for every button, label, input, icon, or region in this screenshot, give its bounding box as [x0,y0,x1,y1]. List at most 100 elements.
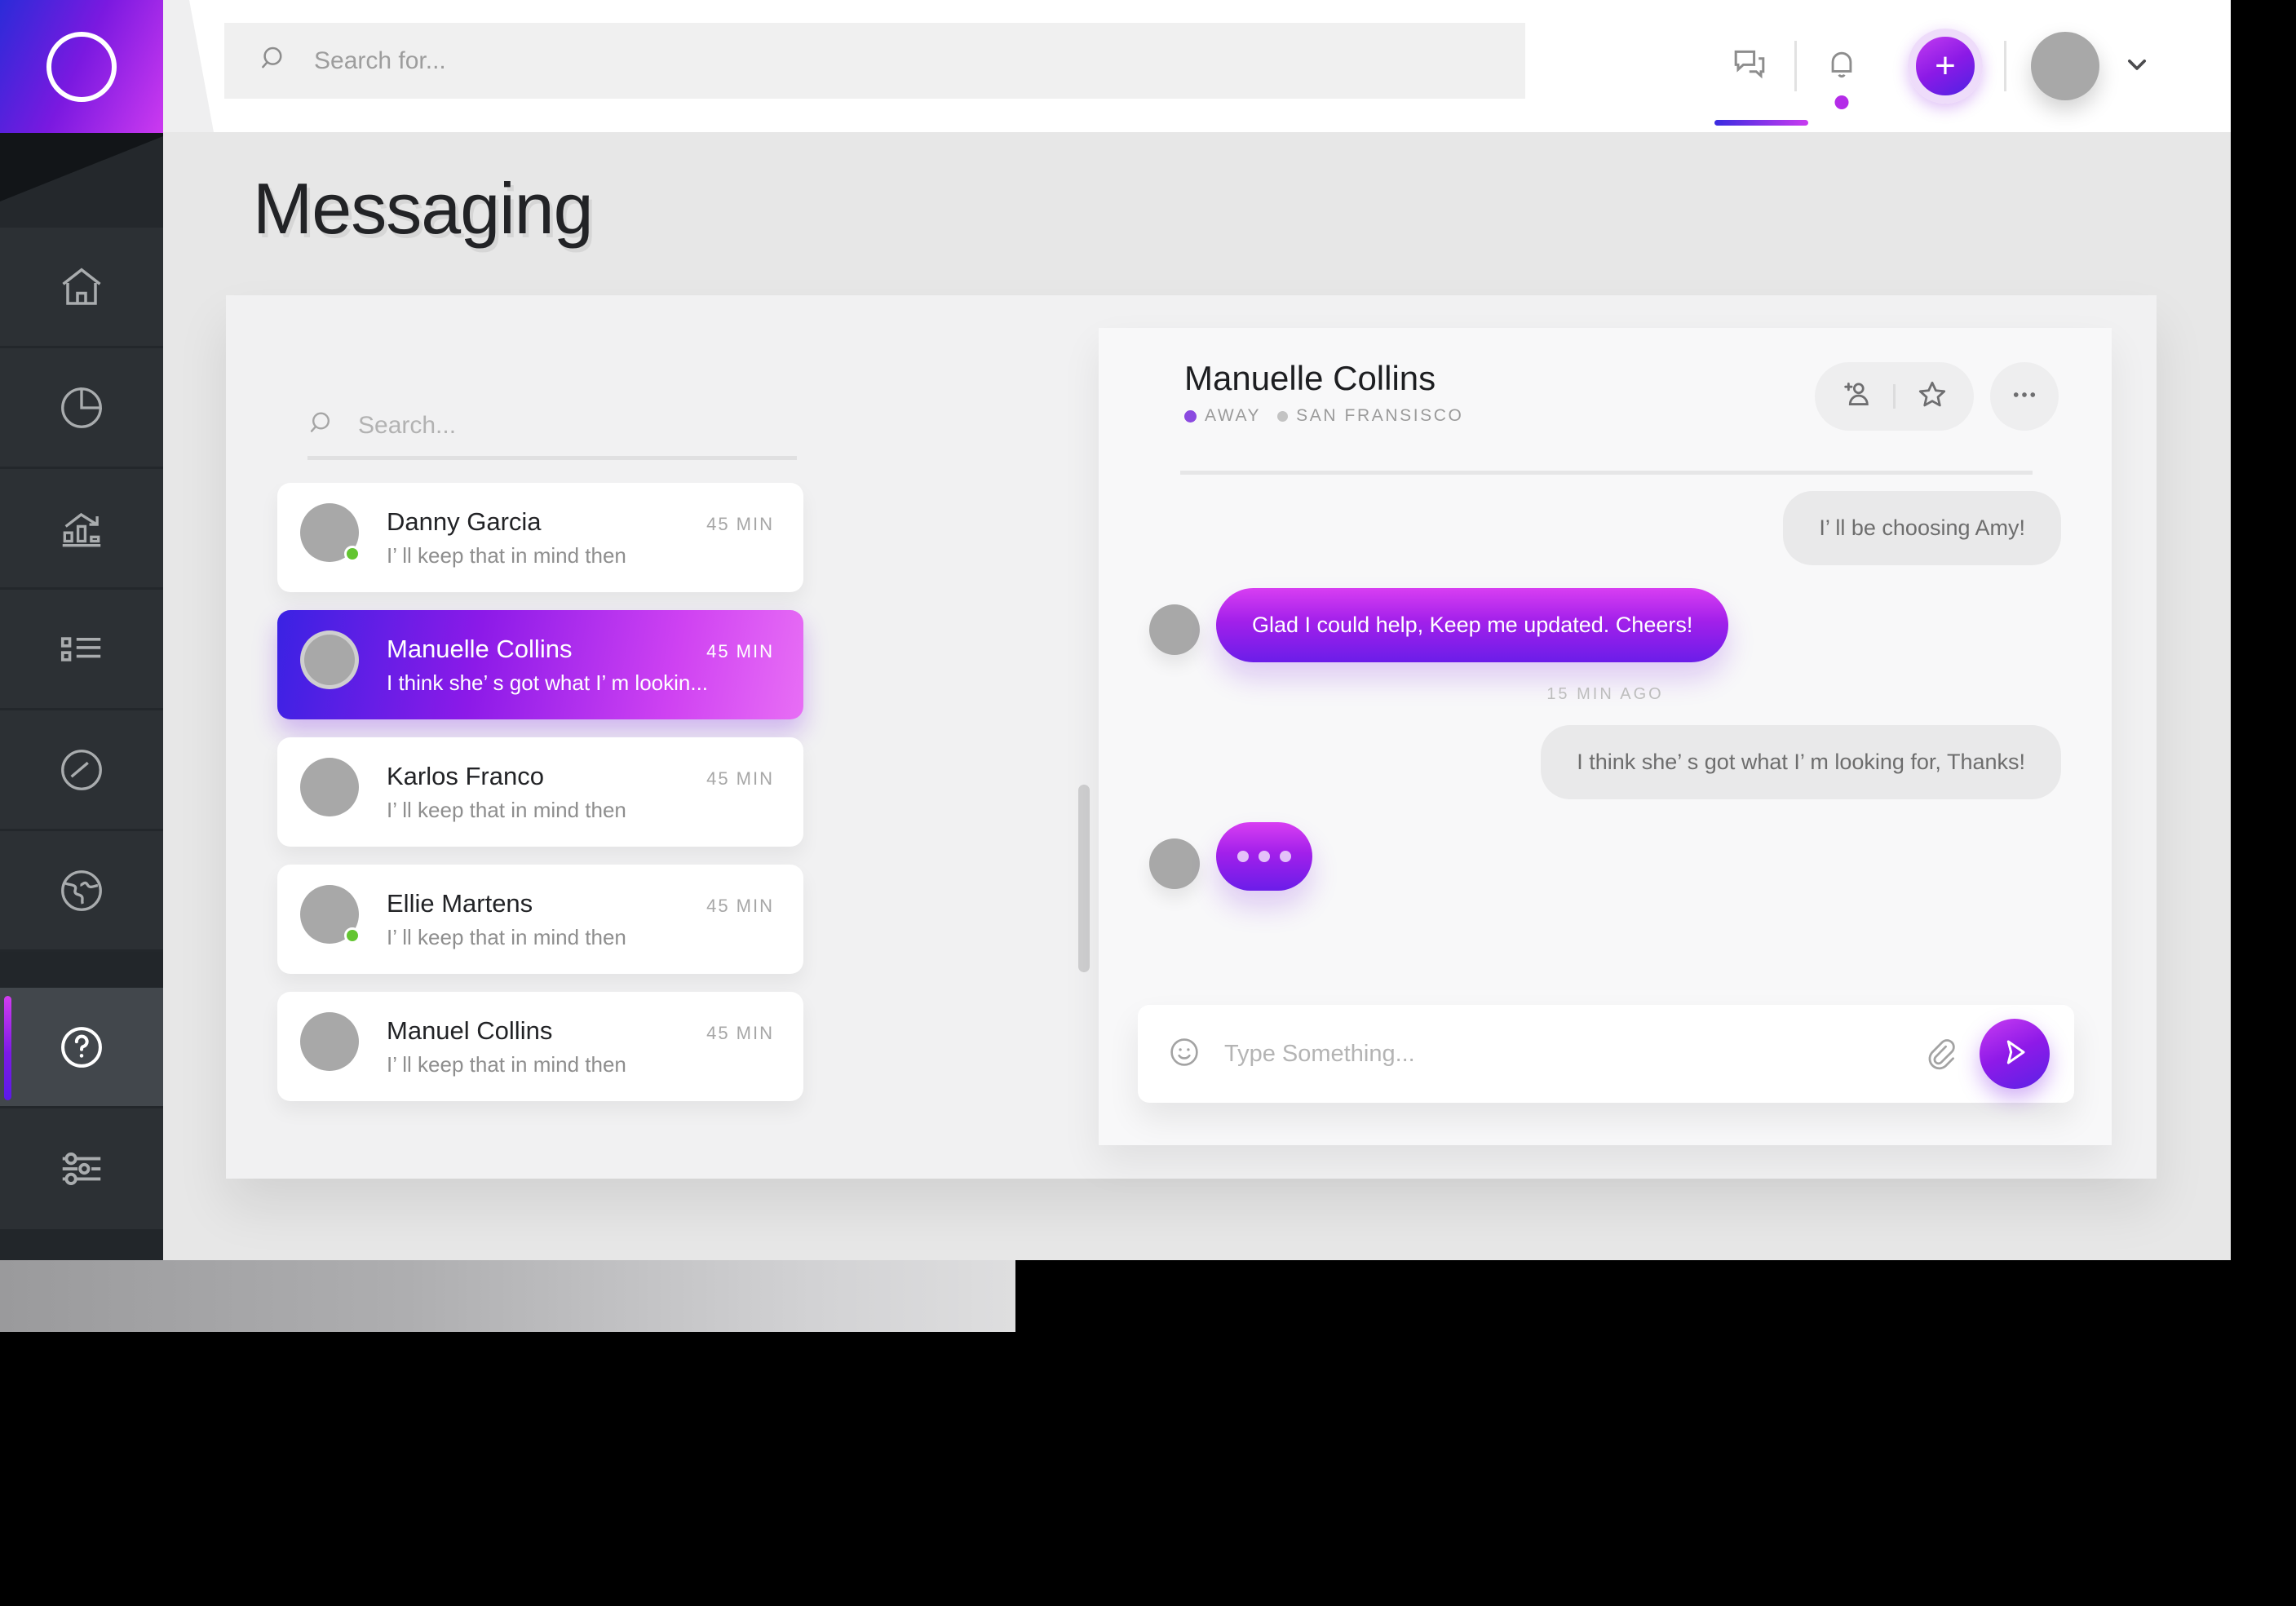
chat-action-pill[interactable] [1815,362,1974,431]
typing-dot-icon [1259,851,1270,862]
message-composer[interactable] [1138,1005,2074,1103]
add-button[interactable]: + [1908,29,1983,104]
topbar-divider-2 [2004,41,2006,91]
sidebar-item-help[interactable] [0,988,163,1108]
paperclip-icon[interactable] [1922,1036,1958,1072]
add-person-icon[interactable] [1839,378,1874,416]
chat-bubble-icon [1730,45,1769,88]
gauge-icon [56,745,107,795]
typing-dot-icon [1280,851,1291,862]
window-bottom-strip [0,1260,1015,1332]
global-search[interactable] [224,23,1525,99]
online-status-dot-icon [344,927,361,944]
status-text: AWAY [1205,406,1262,425]
topbar-actions: + [1705,0,2153,132]
conversation-list[interactable]: Danny Garcia 45 MIN I’ ll keep that in min… [226,483,870,1179]
avatar [1149,604,1200,655]
sidebar-item-reports[interactable] [0,469,163,590]
avatar [300,1012,369,1081]
avatar-image [300,1012,359,1071]
message-bubble: I think she’ s got what I’ m looking for… [1541,725,2061,799]
avatar [300,630,369,699]
online-status-dot-icon [344,546,361,562]
app-logo[interactable] [0,0,163,133]
sidebar-item-analytics[interactable] [0,348,163,469]
notifications-button[interactable] [1797,0,1887,132]
more-options-button[interactable] [1990,362,2059,431]
bar-chart-trend-icon [56,503,107,554]
emoji-smiley-icon[interactable] [1167,1035,1201,1073]
avatar[interactable] [2031,32,2099,100]
messages-button[interactable] [1705,0,1808,132]
message-input[interactable] [1224,1040,1922,1068]
pie-chart-icon [56,383,107,433]
bell-icon [1823,46,1860,87]
conversation-item[interactable]: Ellie Martens 45 MIN I’ ll keep that in mi… [277,865,803,974]
chat-panel: Manuelle Collins AWAY SAN FRANSISCO I’ l… [1099,328,2112,1145]
pill-divider [1893,384,1896,409]
conversation-item[interactable]: Manuel Collins 45 MIN I’ ll keep that in m… [277,992,803,1101]
conversation-preview: I’ ll keep that in mind then [387,797,626,822]
conversation-list-panel: Danny Garcia 45 MIN I’ ll keep that in min… [226,295,1090,1179]
chat-header-actions [1815,362,2059,431]
message-list: I’ ll be choosing Amy! Glad I could help,… [1099,491,2112,964]
avatar [1149,838,1200,889]
conversation-body: Ellie Martens 45 MIN I’ ll keep that in mi… [387,889,774,950]
typing-indicator [1216,822,1312,891]
conversation-time: 45 MIN [706,1022,774,1043]
message-row: I think she’ s got what I’ m looking for… [1149,725,2061,799]
conversation-search-input[interactable] [358,411,750,440]
sidebar-spacer [0,952,163,988]
sidebar-item-performance[interactable] [0,710,163,831]
conversation-name: Manuelle Collins [387,634,573,663]
search-icon [307,409,337,442]
page-title: Messaging [253,168,594,249]
conversation-time: 45 MIN [706,640,774,661]
avatar-image [300,630,359,689]
message-timestamp: 15 MIN AGO [1546,685,1664,703]
chat-header-divider [1180,471,2033,475]
conversation-search[interactable] [307,395,797,460]
chat-header: Manuelle Collins AWAY SAN FRANSISCO [1099,328,2112,458]
conversation-scrollbar[interactable] [1078,785,1090,972]
conversation-preview: I’ ll keep that in mind then [387,542,626,568]
search-icon [259,43,290,78]
chevron-down-icon[interactable] [2121,48,2153,85]
search-input[interactable] [314,46,1391,75]
message-row [1149,822,2061,891]
send-button[interactable] [1980,1019,2050,1089]
location-text: SAN FRANSISCO [1296,406,1464,425]
top-bar: + [163,0,2231,132]
message-bubble: Glad I could help, Keep me updated. Chee… [1216,588,1729,662]
star-icon[interactable] [1915,378,1949,416]
status-dot-icon [1184,409,1197,423]
conversation-body: Manuelle Collins 45 MIN I think she’ s got… [387,635,774,696]
avatar [300,503,369,572]
notification-dot [1834,95,1849,109]
conversation-preview: I’ ll keep that in mind then [387,1051,626,1077]
conversation-name: Manuel Collins [387,1015,553,1045]
sliders-icon [56,1144,107,1194]
sidebar-item-network[interactable] [0,831,163,952]
avatar [300,885,369,953]
conversation-body: Manuel Collins 45 MIN I’ ll keep that in m… [387,1016,774,1077]
conversation-preview: I’ ll keep that in mind then [387,924,626,949]
conversation-time: 45 MIN [706,895,774,916]
app-window: + Messaging Danny Garc [0,0,2231,1260]
conversation-item[interactable]: Danny Garcia 45 MIN I’ ll keep that in min… [277,483,803,592]
message-row: I’ ll be choosing Amy! [1149,491,2061,565]
conversation-body: Danny Garcia 45 MIN I’ ll keep that in min… [387,507,774,569]
conversation-name: Danny Garcia [387,507,542,536]
sidebar-item-home[interactable] [0,228,163,348]
message-row: Glad I could help, Keep me updated. Chee… [1149,588,2061,662]
conversation-name: Ellie Martens [387,888,533,918]
sidebar-item-settings[interactable] [0,1108,163,1229]
conversation-item[interactable]: Karlos Franco 45 MIN I’ ll keep that in mi… [277,737,803,847]
list-icon [56,624,107,675]
sidebar-item-tasks[interactable] [0,590,163,710]
conversation-body: Karlos Franco 45 MIN I’ ll keep that in mi… [387,762,774,823]
conversation-item[interactable]: Manuelle Collins 45 MIN I think she’ s got… [277,610,803,719]
avatar [300,758,369,826]
main-panel: Danny Garcia 45 MIN I’ ll keep that in min… [226,295,2157,1179]
send-paper-plane-icon [1998,1036,2031,1073]
